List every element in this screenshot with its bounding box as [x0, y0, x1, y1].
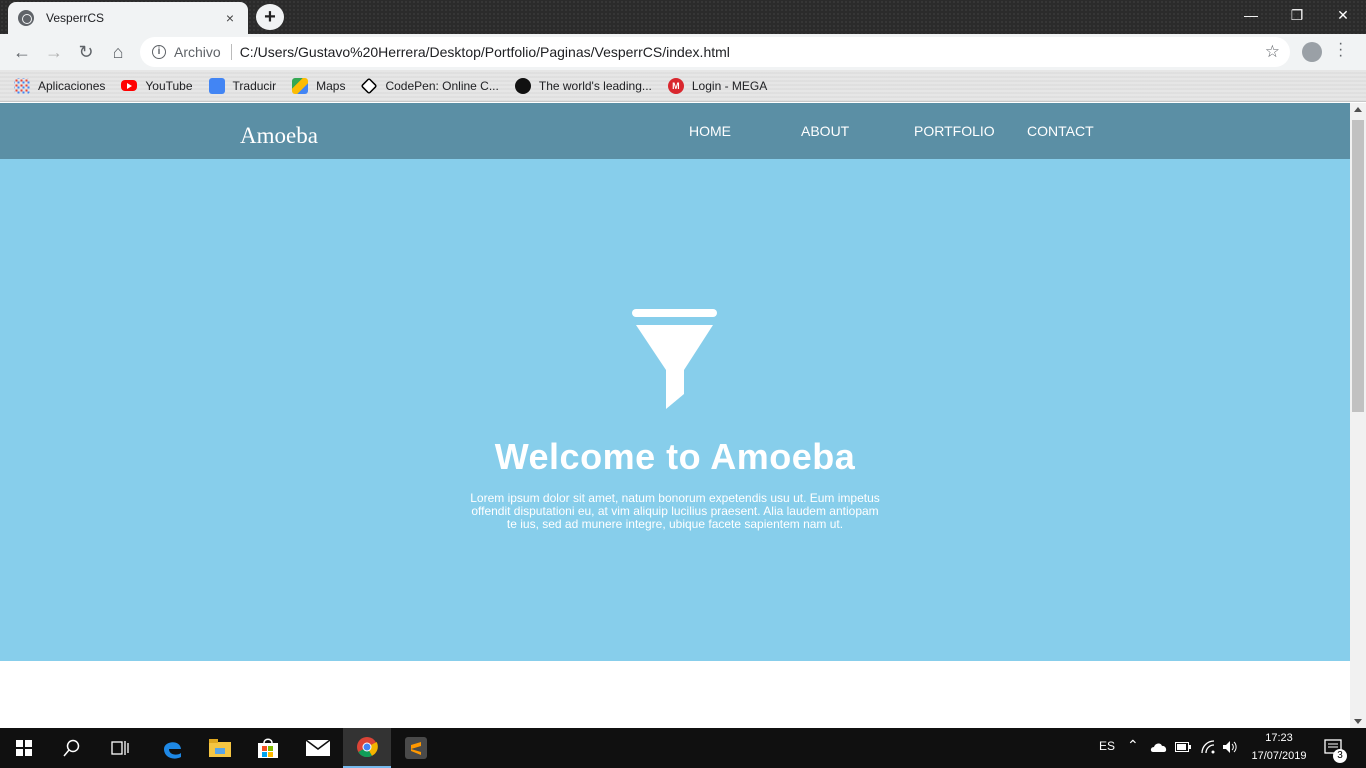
task-view-icon[interactable]	[96, 728, 144, 768]
hero-section: Welcome to Amoeba Lorem ipsum dolor sit …	[0, 159, 1350, 661]
funnel-icon	[632, 309, 717, 409]
wifi-icon[interactable]	[1200, 739, 1216, 755]
forward-button[interactable]: →	[38, 36, 70, 68]
new-tab-button[interactable]: +	[256, 4, 284, 30]
tab-close-icon[interactable]: ×	[222, 10, 238, 26]
bookmark-star-icon[interactable]: ☆	[1265, 42, 1280, 62]
bookmark-codepen[interactable]: CodePen: Online C...	[360, 77, 499, 94]
bookmark-youtube[interactable]: YouTube	[121, 79, 193, 93]
onedrive-cloud-icon[interactable]	[1150, 742, 1168, 753]
browser-tab[interactable]: VesperrCS ×	[8, 2, 248, 34]
battery-icon[interactable]	[1175, 742, 1191, 752]
translate-icon	[208, 77, 225, 94]
nav-link-about[interactable]: ABOUT	[801, 123, 849, 139]
file-explorer-icon[interactable]	[196, 728, 244, 768]
address-bar[interactable]: i Archivo C:/Users/Gustavo%20Herrera/Des…	[140, 37, 1290, 67]
tab-title: VesperrCS	[46, 11, 105, 25]
windows-taskbar: ES ⌃ 17:23 17/07/2019 3	[0, 728, 1366, 768]
info-icon[interactable]: i	[152, 45, 166, 59]
home-button[interactable]: ⌂	[102, 36, 134, 68]
bookmark-aplicaciones[interactable]: Aplicaciones	[14, 77, 105, 94]
start-icon[interactable]	[0, 728, 48, 768]
scroll-thumb[interactable]	[1352, 120, 1364, 412]
mail-icon[interactable]	[294, 728, 342, 768]
browser-menu-icon[interactable]: · · ·	[1338, 36, 1343, 64]
profile-avatar-icon[interactable]	[1302, 42, 1322, 62]
notification-count-badge: 3	[1333, 749, 1347, 763]
minimize-button[interactable]: —	[1228, 0, 1274, 30]
back-button[interactable]: ←	[6, 36, 38, 68]
bookmark-mega[interactable]: M Login - MEGA	[667, 77, 767, 94]
url-text[interactable]: C:/Users/Gustavo%20Herrera/Desktop/Portf…	[240, 44, 730, 60]
bookmark-maps[interactable]: Maps	[292, 77, 345, 94]
github-icon	[514, 77, 531, 94]
nav-link-home[interactable]: HOME	[689, 123, 731, 139]
clock-time[interactable]: 17:23	[1263, 732, 1295, 744]
maps-icon	[292, 77, 309, 94]
nav-link-portfolio[interactable]: PORTFOLIO	[914, 123, 995, 139]
browser-tab-strip: VesperrCS × + — ❐ ✕	[0, 0, 1366, 34]
close-window-button[interactable]: ✕	[1320, 0, 1366, 30]
hero-title: Welcome to Amoeba	[494, 436, 856, 477]
chevron-up-icon[interactable]: ⌃	[1127, 737, 1139, 754]
apps-grid-icon	[14, 77, 30, 94]
page-scrollbar[interactable]	[1350, 103, 1366, 728]
search-icon[interactable]	[48, 728, 96, 768]
bookmarks-bar: Aplicaciones YouTube Traducir Maps CodeP…	[0, 70, 1366, 102]
store-icon[interactable]	[244, 728, 292, 768]
volume-icon[interactable]	[1222, 740, 1238, 754]
globe-icon	[18, 10, 34, 26]
restore-button[interactable]: ❐	[1274, 0, 1320, 30]
edge-icon[interactable]	[148, 728, 196, 768]
nav-link-contact[interactable]: CONTACT	[1027, 123, 1094, 139]
reload-button[interactable]: ↻	[70, 36, 102, 68]
page-viewport: Amoeba HOME ABOUT PORTFOLIO CONTACT Welc…	[0, 103, 1350, 728]
mega-icon: M	[667, 77, 684, 94]
site-brand[interactable]: Amoeba	[240, 123, 318, 149]
scroll-down-arrow-icon[interactable]	[1354, 719, 1362, 724]
hero-description: Lorem ipsum dolor sit amet, natum bonoru…	[470, 491, 880, 531]
codepen-icon	[360, 77, 378, 94]
site-navbar: Amoeba HOME ABOUT PORTFOLIO CONTACT	[0, 103, 1350, 159]
browser-toolbar: ← → ↻ ⌂ i Archivo C:/Users/Gustavo%20Her…	[0, 34, 1366, 70]
language-indicator[interactable]: ES	[1099, 739, 1115, 753]
bookmark-github[interactable]: The world's leading...	[514, 77, 652, 94]
youtube-icon	[121, 80, 138, 91]
security-label: Archivo	[174, 44, 221, 60]
omnibox-separator	[230, 44, 232, 60]
chrome-icon[interactable]	[343, 728, 391, 768]
sublime-icon[interactable]	[392, 728, 440, 768]
scroll-up-arrow-icon[interactable]	[1354, 107, 1362, 112]
clock-date[interactable]: 17/07/2019	[1248, 750, 1310, 762]
bookmark-traducir[interactable]: Traducir	[208, 77, 276, 94]
